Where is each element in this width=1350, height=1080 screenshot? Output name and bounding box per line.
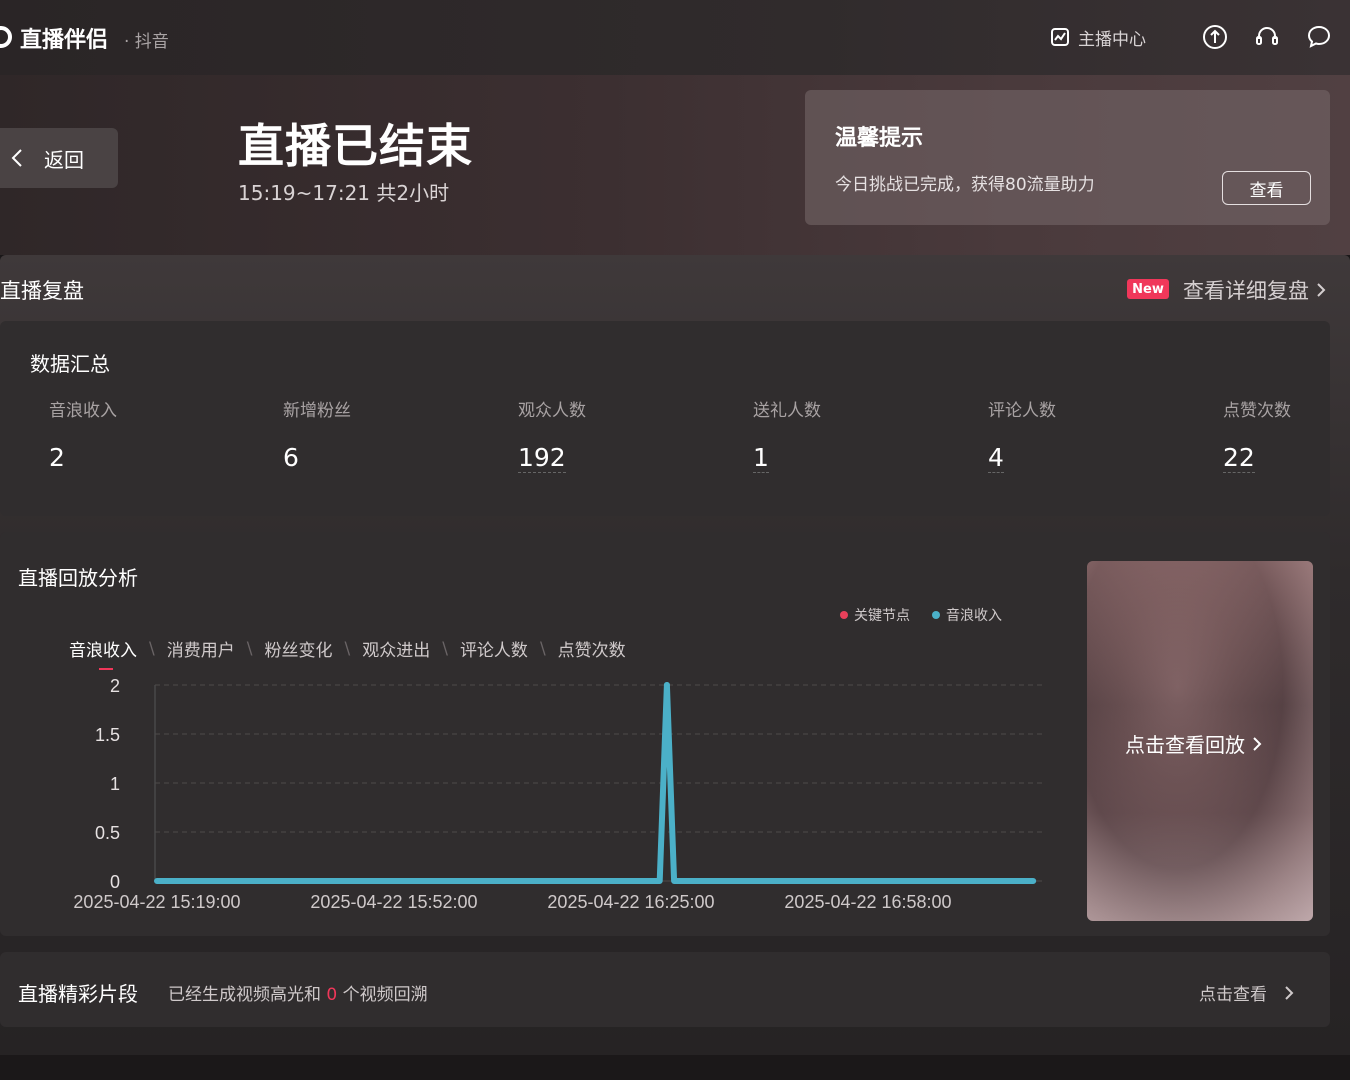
- stat-sound-wave-income: 音浪收入 2: [49, 396, 117, 473]
- sound-wave-chart[interactable]: 0 0.5 1 1.5 2 2025-04-22 15:19:00 2025-04-22 1…: [0, 532, 1080, 936]
- x-tick-label: 2025-04-22 16:25:00: [547, 892, 714, 912]
- y-tick-label: 0: [110, 872, 120, 892]
- stat-value: 4: [988, 443, 1004, 473]
- y-tick-label: 2: [110, 676, 120, 696]
- stat-new-followers: 新增粉丝 6: [283, 396, 351, 473]
- stat-value: 6: [283, 443, 299, 472]
- back-button[interactable]: 返回: [0, 128, 118, 188]
- x-tick-label: 2025-04-22 15:52:00: [310, 892, 477, 912]
- stat-label: 评论人数: [988, 401, 1056, 421]
- upload-icon[interactable]: [1202, 24, 1228, 50]
- stat-gift-senders[interactable]: 送礼人数 1: [753, 396, 821, 473]
- highlights-view-label: 点击查看: [1199, 985, 1267, 1005]
- stat-commenters[interactable]: 评论人数 4: [988, 396, 1056, 473]
- review-panel: 直播复盘 New 查看详细复盘 数据汇总 音浪收入 2 新增粉丝 6 观众人数 …: [0, 255, 1350, 1055]
- chevron-left-icon: [11, 149, 22, 167]
- stat-label: 新增粉丝: [283, 401, 351, 421]
- highlights-description: 已经生成视频高光和 0 个视频回溯: [168, 980, 428, 1005]
- top-actions: 主播中心: [1050, 24, 1332, 50]
- x-tick-label: 2025-04-22 15:19:00: [73, 892, 240, 912]
- stat-value: 1: [753, 443, 769, 473]
- headset-icon[interactable]: [1254, 24, 1280, 50]
- chevron-right-icon: [1285, 985, 1294, 1000]
- bottom-strip: [0, 1055, 1350, 1080]
- chevron-right-icon: [1253, 736, 1262, 751]
- stat-value: 22: [1223, 443, 1255, 473]
- x-tick-label: 2025-04-22 16:58:00: [784, 892, 951, 912]
- app-logo-icon: [0, 26, 12, 48]
- stat-label: 送礼人数: [753, 401, 821, 421]
- back-label: 返回: [44, 147, 84, 172]
- highlights-title: 直播精彩片段: [18, 982, 138, 1006]
- top-bar: 直播伴侣 · 抖音 主播中心: [0, 0, 1350, 75]
- host-center-label: 主播中心: [1078, 29, 1146, 50]
- highlights-count: 0: [326, 985, 338, 1005]
- chevron-right-icon: [1317, 283, 1326, 297]
- highlights-card: 直播精彩片段 已经生成视频高光和 0 个视频回溯 点击查看: [0, 952, 1330, 1027]
- detail-review-link[interactable]: 查看详细复盘: [1183, 275, 1327, 305]
- tip-card: 温馨提示 今日挑战已完成，获得80流量助力 查看: [805, 90, 1330, 225]
- highlights-desc-suffix: 个视频回溯: [342, 985, 428, 1005]
- review-title: 直播复盘: [0, 279, 84, 303]
- detail-review-label: 查看详细复盘: [1183, 279, 1309, 303]
- stat-viewers[interactable]: 观众人数 192: [518, 396, 586, 473]
- page-title: 直播已结束: [238, 119, 473, 173]
- y-tick-label: 1.5: [95, 725, 120, 745]
- replay-analysis-card: 直播回放分析 关键节点 音浪收入 音浪收入 \ 消费用户 \ 粉丝变化 \ 观众…: [0, 532, 1330, 936]
- host-center-button[interactable]: 主播中心: [1050, 25, 1146, 50]
- live-ended-hero: 返回 直播已结束 15:19~17:21 共2小时 温馨提示 今日挑战已完成，获…: [0, 75, 1350, 255]
- stat-label: 音浪收入: [49, 401, 117, 421]
- stat-label: 观众人数: [518, 401, 586, 421]
- view-replay-link[interactable]: 点击查看回放: [1125, 729, 1263, 758]
- platform-label: · 抖音: [124, 32, 169, 52]
- y-tick-label: 1: [110, 774, 120, 794]
- tip-title: 温馨提示: [835, 126, 924, 151]
- stat-label: 点赞次数: [1223, 401, 1291, 421]
- series-line: [154, 682, 1037, 884]
- view-replay-label: 点击查看回放: [1125, 733, 1245, 757]
- chart-icon: [1051, 28, 1069, 46]
- data-point: [663, 682, 670, 688]
- stat-likes[interactable]: 点赞次数 22: [1223, 396, 1291, 473]
- y-tick-label: 0.5: [95, 823, 120, 843]
- data-summary-card: 数据汇总 音浪收入 2 新增粉丝 6 观众人数 192 送礼人数 1 评论人数 …: [0, 321, 1330, 516]
- stat-value: 192: [518, 443, 566, 473]
- app-title: 直播伴侣: [20, 28, 109, 53]
- live-duration: 15:19~17:21 共2小时: [238, 181, 450, 205]
- stat-value: 2: [49, 443, 65, 472]
- replay-thumbnail[interactable]: 点击查看回放: [1087, 561, 1313, 921]
- message-icon[interactable]: [1306, 24, 1332, 50]
- highlights-desc-prefix: 已经生成视频高光和: [168, 985, 321, 1005]
- tip-view-button[interactable]: 查看: [1222, 171, 1311, 205]
- new-badge: New: [1127, 279, 1169, 299]
- summary-title: 数据汇总: [30, 352, 110, 376]
- tip-text: 今日挑战已完成，获得80流量助力: [835, 175, 1095, 195]
- highlights-view-link[interactable]: 点击查看: [1199, 980, 1295, 1005]
